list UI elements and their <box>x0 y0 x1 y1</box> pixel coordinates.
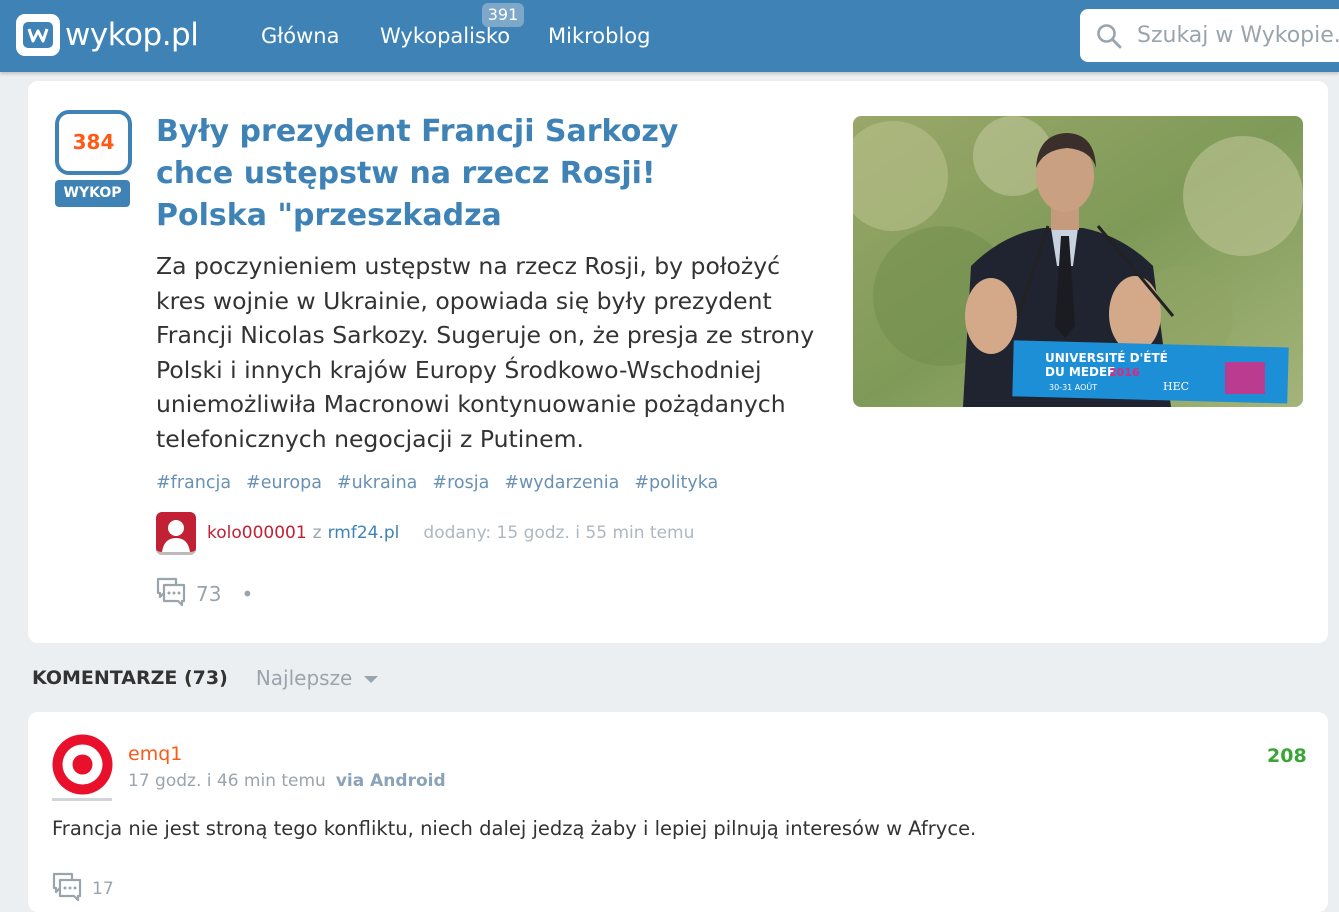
tag-rosja[interactable]: #rosja <box>432 473 489 493</box>
vote-count[interactable]: 384 <box>55 110 132 175</box>
tag-francja[interactable]: #francja <box>156 473 231 493</box>
tag-wydarzenia[interactable]: #wydarzenia <box>504 473 619 493</box>
from-word: z <box>312 523 322 543</box>
sort-label: Najlepsze <box>255 666 353 690</box>
wykop-logo-icon <box>16 14 60 56</box>
article-title[interactable]: Były prezydent Francji Sarkozy chce ustę… <box>156 111 746 237</box>
logo-text: wykop.pl <box>65 17 199 53</box>
banner-text-1: UNIVERSITÉ D'ÉTÉ <box>1045 350 1168 365</box>
comment-replies-link[interactable]: 17 <box>52 872 114 906</box>
article-description: Za poczynieniem ustępstw na rzecz Rosji,… <box>156 252 815 453</box>
comment-score[interactable]: 208 <box>1267 745 1307 767</box>
banner-text-2: DU MEDEF <box>1045 365 1115 379</box>
nav-glowna[interactable]: Główna <box>261 24 339 48</box>
comments-title: KOMENTARZE (73) <box>32 667 228 689</box>
tag-polityka[interactable]: #polityka <box>634 473 718 493</box>
comments-icon <box>52 872 82 906</box>
wykop-logo[interactable]: wykop.pl <box>16 14 199 56</box>
added-time: dodany: 15 godz. i 55 min temu <box>423 523 695 543</box>
comments-header: KOMENTARZE (73) Najlepsze <box>32 666 379 690</box>
top-navbar: wykop.pl Główna Wykopalisko 391 Mikroblo… <box>0 0 1339 72</box>
source-link[interactable]: rmf24.pl <box>328 523 400 543</box>
tag-list: #francja #europa #ukraina #rosja #wydarzenia… <box>156 473 733 493</box>
nav-mikroblog[interactable]: Mikroblog <box>548 24 650 48</box>
comment-time: 17 godz. i 46 min temu via Android <box>128 771 446 791</box>
search-icon <box>1096 23 1122 49</box>
article-comments-link[interactable]: 73 • <box>156 577 253 611</box>
comment-via: via Android <box>335 771 446 791</box>
wykopalisko-count-badge: 391 <box>482 3 524 27</box>
replies-count: 17 <box>92 879 114 899</box>
author-avatar[interactable] <box>156 511 196 555</box>
banner-dates: 30-31 AOÛT <box>1049 381 1097 392</box>
tag-europa[interactable]: #europa <box>246 473 322 493</box>
wykop-button[interactable]: WYKOP <box>55 180 130 207</box>
search-input[interactable] <box>1135 22 1339 49</box>
comments-icon <box>156 577 186 611</box>
article-meta: kolo000001 z rmf24.pl dodany: 15 godz. i… <box>156 511 694 555</box>
comment-timestamp: 17 godz. i 46 min temu <box>128 771 326 791</box>
tag-ukraina[interactable]: #ukraina <box>337 473 418 493</box>
sort-dropdown[interactable]: Najlepsze <box>256 666 379 690</box>
nav-wykopalisko[interactable]: Wykopalisko <box>380 24 510 48</box>
comments-count: 73 <box>196 582 222 606</box>
chevron-down-icon <box>364 676 379 683</box>
meta-dot: • <box>241 582 254 606</box>
article-thumbnail[interactable]: UNIVERSITÉ D'ÉTÉ DU MEDEF 2016 30-31 AOÛ… <box>853 116 1303 407</box>
banner-brand: HEC <box>1163 380 1189 393</box>
commenter-name[interactable]: emq1 <box>128 743 182 765</box>
search-box[interactable] <box>1080 9 1339 62</box>
author-name[interactable]: kolo000001 <box>207 523 307 543</box>
commenter-avatar[interactable] <box>52 734 113 795</box>
comment-text: Francja nie jest stroną tego konfliktu, … <box>52 817 977 840</box>
comment-card: emq1 17 godz. i 46 min temu via Android 2… <box>28 712 1328 912</box>
avatar-underline <box>52 798 112 801</box>
article-card: 384 WYKOP Były prezydent Francji Sarkozy… <box>28 81 1328 643</box>
banner-year: 2016 <box>1109 366 1140 379</box>
